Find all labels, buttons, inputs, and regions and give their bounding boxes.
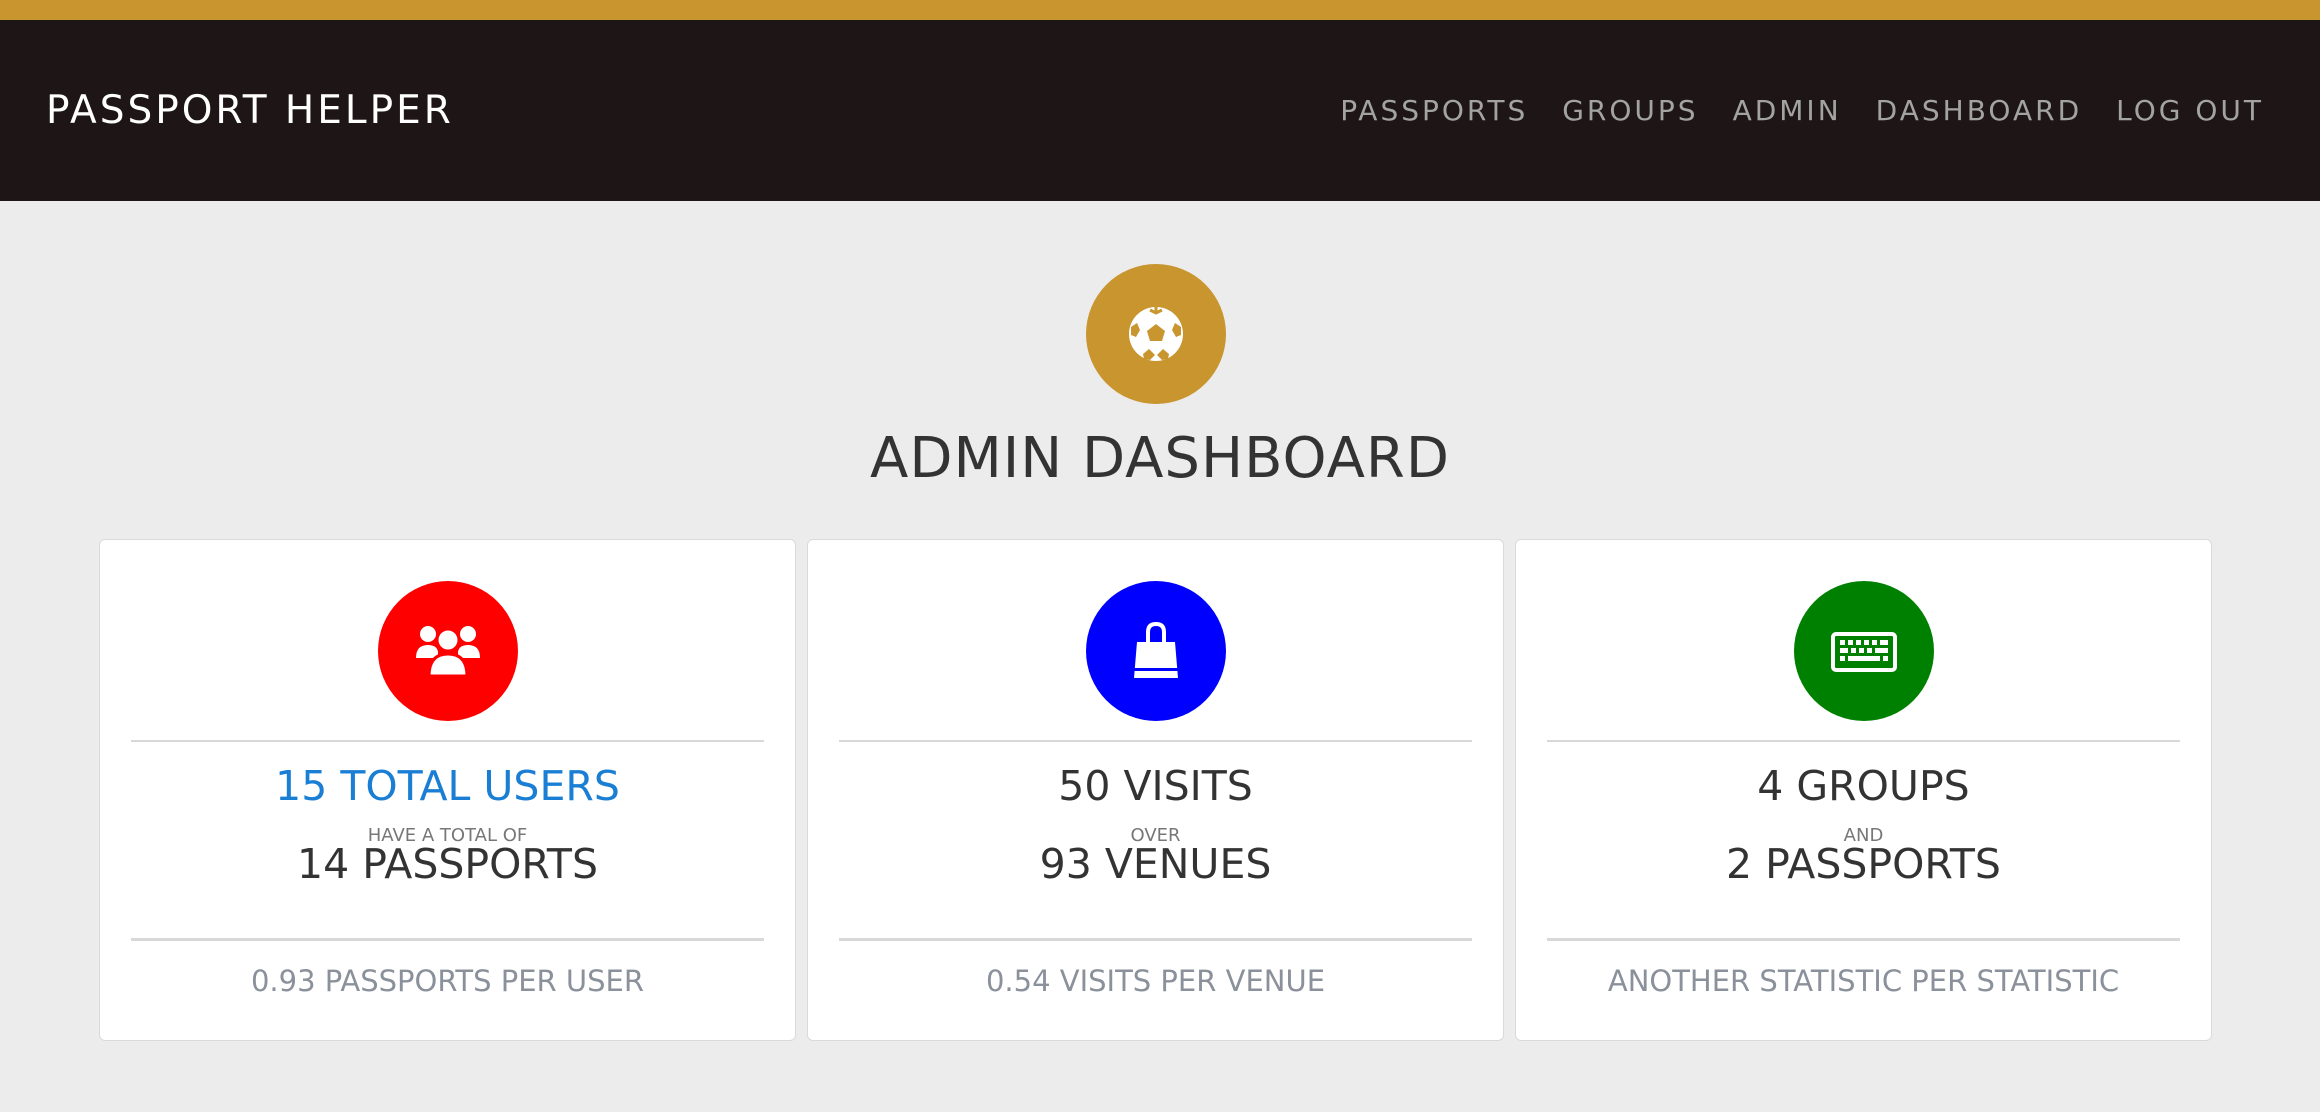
- soccer-ball-icon: [1086, 264, 1226, 404]
- total-venues-value: 93 VENUES: [1039, 840, 1272, 888]
- total-passports-value: 14 PASSPORTS: [297, 840, 598, 888]
- nav-logout-link[interactable]: LOG OUT: [2116, 94, 2264, 127]
- card-divider: [839, 938, 1472, 941]
- visits-stat-card: 50 VISITS OVER 93 VENUES 0.54 VISITS PER…: [807, 539, 1504, 1041]
- card-divider: [131, 740, 764, 742]
- shopping-bag-icon: [1086, 581, 1226, 721]
- keyboard-icon: [1794, 581, 1934, 721]
- card-divider: [131, 938, 764, 941]
- card-divider: [839, 740, 1472, 742]
- another-statistic-stat: ANOTHER STATISTIC PER STATISTIC: [1607, 964, 2120, 998]
- nav-groups-link[interactable]: GROUPS: [1562, 94, 1698, 127]
- card-divider: [1547, 938, 2180, 941]
- passports-per-user-stat: 0.93 PASSPORTS PER USER: [250, 964, 645, 998]
- stats-cards: 15 TOTAL USERS HAVE A TOTAL OF 14 PASSPO…: [99, 539, 2213, 1041]
- nav-admin-link[interactable]: ADMIN: [1733, 94, 1842, 127]
- group-passports-value: 2 PASSPORTS: [1726, 840, 2001, 888]
- top-accent-bar: [0, 0, 2320, 20]
- total-visits-value: 50 VISITS: [1058, 762, 1253, 810]
- visits-per-venue-stat: 0.54 VISITS PER VENUE: [985, 964, 1326, 998]
- nav-dashboard-link[interactable]: DASHBOARD: [1876, 94, 2082, 127]
- card-divider: [1547, 740, 2180, 742]
- total-groups-value: 4 GROUPS: [1757, 762, 1970, 810]
- nav-links: PASSPORTS GROUPS ADMIN DASHBOARD LOG OUT: [1340, 20, 2264, 201]
- users-stat-card: 15 TOTAL USERS HAVE A TOTAL OF 14 PASSPO…: [99, 539, 796, 1041]
- page-title: ADMIN DASHBOARD: [870, 426, 1450, 491]
- brand-title[interactable]: PASSPORT HELPER: [46, 20, 454, 201]
- total-users-value[interactable]: 15 TOTAL USERS: [100, 762, 795, 810]
- nav-passports-link[interactable]: PASSPORTS: [1340, 94, 1528, 127]
- navbar: PASSPORT HELPER PASSPORTS GROUPS ADMIN D…: [0, 20, 2320, 201]
- users-icon: [378, 581, 518, 721]
- groups-stat-card: 4 GROUPS AND 2 PASSPORTS ANOTHER STATIST…: [1515, 539, 2212, 1041]
